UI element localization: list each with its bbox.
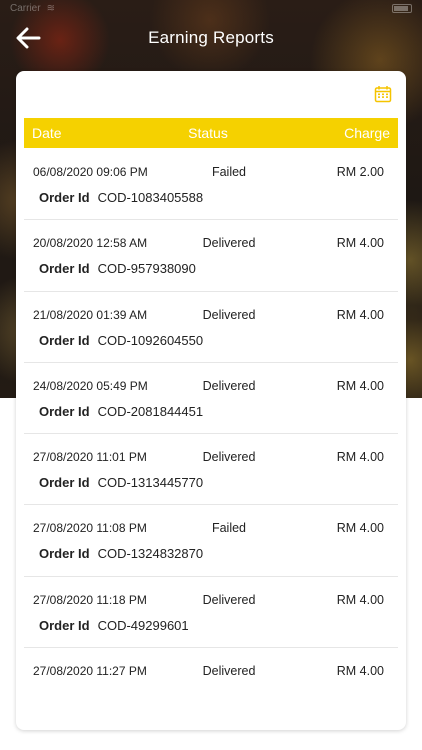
order-id-value: COD-1092604550 bbox=[97, 332, 204, 348]
row-order: Order Id COD-1083405588 bbox=[39, 190, 203, 205]
row-date: 06/08/2020 09:06 PM bbox=[33, 165, 148, 179]
row-charge: RM 4.00 bbox=[336, 236, 384, 251]
row-status: Delivered bbox=[202, 236, 256, 251]
row-order: Order Id COD-957938090 bbox=[39, 261, 196, 276]
row-status: Delivered bbox=[202, 664, 256, 679]
column-header-date: Date bbox=[32, 125, 62, 141]
order-id-value: COD-1324832870 bbox=[97, 546, 204, 562]
earnings-card: Date Status Charge 06/08/2020 09:06 PM Fa… bbox=[16, 71, 406, 730]
row-charge: RM 4.00 bbox=[336, 450, 384, 465]
order-id-value: COD-1313445770 bbox=[97, 475, 204, 491]
status-right bbox=[392, 3, 412, 13]
report-list: 06/08/2020 09:06 PM Failed RM 2.00 Order Id… bbox=[24, 149, 398, 719]
row-charge: RM 4.00 bbox=[336, 521, 384, 536]
order-id-label: Order Id bbox=[39, 617, 90, 633]
row-order: Order Id COD-49299601 bbox=[39, 618, 189, 633]
row-status: Delivered bbox=[202, 592, 256, 607]
row-order: Order Id COD-2081844451 bbox=[39, 404, 203, 419]
carrier-label: Carrier bbox=[10, 2, 41, 14]
row-status: Failed bbox=[211, 165, 247, 179]
calendar-button[interactable] bbox=[374, 85, 392, 103]
report-row[interactable]: 20/08/2020 12:58 AM Delivered RM 4.00 Order… bbox=[24, 220, 398, 292]
row-date: 24/08/2020 05:49 PM bbox=[33, 378, 148, 393]
row-date: 27/08/2020 11:01 PM bbox=[33, 450, 147, 465]
order-id-value: COD-49299601 bbox=[97, 617, 189, 633]
report-row[interactable]: 21/08/2020 01:39 AM Delivered RM 4.00 Order… bbox=[24, 292, 398, 363]
report-row[interactable]: 24/08/2020 05:49 PM Delivered RM 4.00 Order… bbox=[24, 363, 398, 435]
row-status: Delivered bbox=[202, 307, 256, 322]
report-row[interactable]: 27/08/2020 11:18 PM Delivered RM 4.00 Order… bbox=[24, 577, 398, 649]
row-status: Delivered bbox=[202, 378, 256, 393]
order-id-value: COD-2081844451 bbox=[97, 403, 204, 419]
column-header-charge: Charge bbox=[344, 125, 390, 141]
row-status: Failed bbox=[211, 521, 247, 536]
order-id-label: Order Id bbox=[39, 403, 90, 419]
order-id-label: Order Id bbox=[39, 332, 90, 348]
report-row[interactable]: 27/08/2020 11:01 PM Delivered RM 4.00 Order… bbox=[24, 434, 398, 506]
report-row[interactable]: 27/08/2020 11:08 PM Failed RM 4.00 Order Id… bbox=[24, 505, 398, 577]
row-charge: RM 2.00 bbox=[336, 165, 384, 179]
row-date: 27/08/2020 11:08 PM bbox=[33, 521, 147, 536]
row-charge: RM 4.00 bbox=[336, 664, 384, 679]
report-row[interactable]: 27/08/2020 11:27 PM Delivered RM 4.00 bbox=[24, 648, 398, 719]
order-id-label: Order Id bbox=[39, 261, 90, 277]
row-charge: RM 4.00 bbox=[336, 378, 384, 393]
row-order: Order Id COD-1324832870 bbox=[39, 546, 203, 561]
row-status: Delivered bbox=[202, 450, 256, 465]
status-bar: Carrier ≋ bbox=[0, 0, 422, 16]
row-order: Order Id COD-1313445770 bbox=[39, 475, 203, 490]
row-order: Order Id COD-1092604550 bbox=[39, 333, 203, 348]
page-title: Earning Reports bbox=[148, 28, 274, 47]
order-id-value: COD-957938090 bbox=[97, 261, 196, 277]
row-date: 21/08/2020 01:39 AM bbox=[33, 307, 148, 322]
battery-icon bbox=[392, 3, 412, 13]
row-charge: RM 4.00 bbox=[336, 592, 384, 607]
table-header: Date Status Charge bbox=[24, 118, 398, 148]
wifi-icon: ≋ bbox=[46, 2, 55, 14]
row-date: 27/08/2020 11:27 PM bbox=[33, 664, 147, 679]
order-id-value: COD-1083405588 bbox=[97, 190, 204, 205]
status-left: Carrier ≋ bbox=[10, 3, 55, 14]
order-id-label: Order Id bbox=[39, 475, 90, 491]
calendar-icon bbox=[374, 86, 392, 103]
report-row[interactable]: 06/08/2020 09:06 PM Failed RM 2.00 Order Id… bbox=[24, 149, 398, 221]
row-date: 27/08/2020 11:18 PM bbox=[33, 592, 147, 607]
column-header-status: Status bbox=[188, 125, 228, 141]
app-header: Earning Reports bbox=[0, 18, 422, 58]
order-id-label: Order Id bbox=[39, 546, 90, 562]
order-id-label: Order Id bbox=[39, 190, 90, 205]
row-charge: RM 4.00 bbox=[336, 307, 384, 322]
row-date: 20/08/2020 12:58 AM bbox=[33, 236, 148, 251]
